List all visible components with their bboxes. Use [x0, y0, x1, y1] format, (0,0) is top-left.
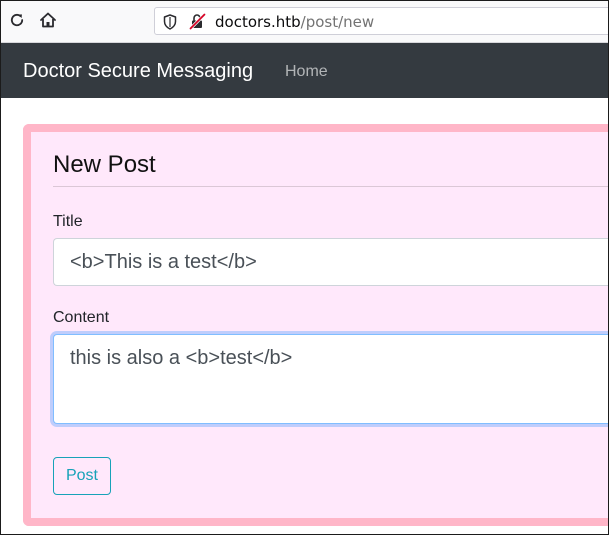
site-navbar: Doctor Secure Messaging Home — [1, 43, 608, 98]
home-button[interactable] — [37, 9, 59, 31]
form-legend: New Post — [53, 150, 608, 187]
new-post-card: New Post Title Content this is also a <b… — [23, 124, 608, 526]
browser-window: doctors.htb/post/new Doctor Secure Messa… — [0, 0, 609, 535]
shield-icon[interactable] — [163, 14, 177, 30]
title-input[interactable] — [53, 238, 608, 286]
content-label: Content — [53, 309, 110, 326]
address-bar[interactable]: doctors.htb/post/new — [154, 7, 608, 35]
url-host: doctors.htb — [215, 13, 301, 31]
reload-icon — [10, 13, 24, 27]
navbar-brand[interactable]: Doctor Secure Messaging — [23, 59, 253, 83]
content-textarea[interactable]: this is also a <b>test</b> — [53, 334, 608, 424]
nav-link-home[interactable]: Home — [285, 62, 328, 82]
insecure-connection-icon[interactable] — [189, 13, 206, 30]
url-text[interactable]: doctors.htb/post/new — [215, 12, 374, 32]
reload-button[interactable] — [6, 9, 28, 31]
browser-toolbar: doctors.htb/post/new — [1, 1, 608, 43]
home-icon — [40, 12, 56, 28]
url-path: /post/new — [300, 13, 375, 31]
main-content: New Post Title Content this is also a <b… — [1, 98, 608, 534]
title-label: Title — [53, 213, 83, 230]
post-button[interactable]: Post — [53, 457, 111, 495]
